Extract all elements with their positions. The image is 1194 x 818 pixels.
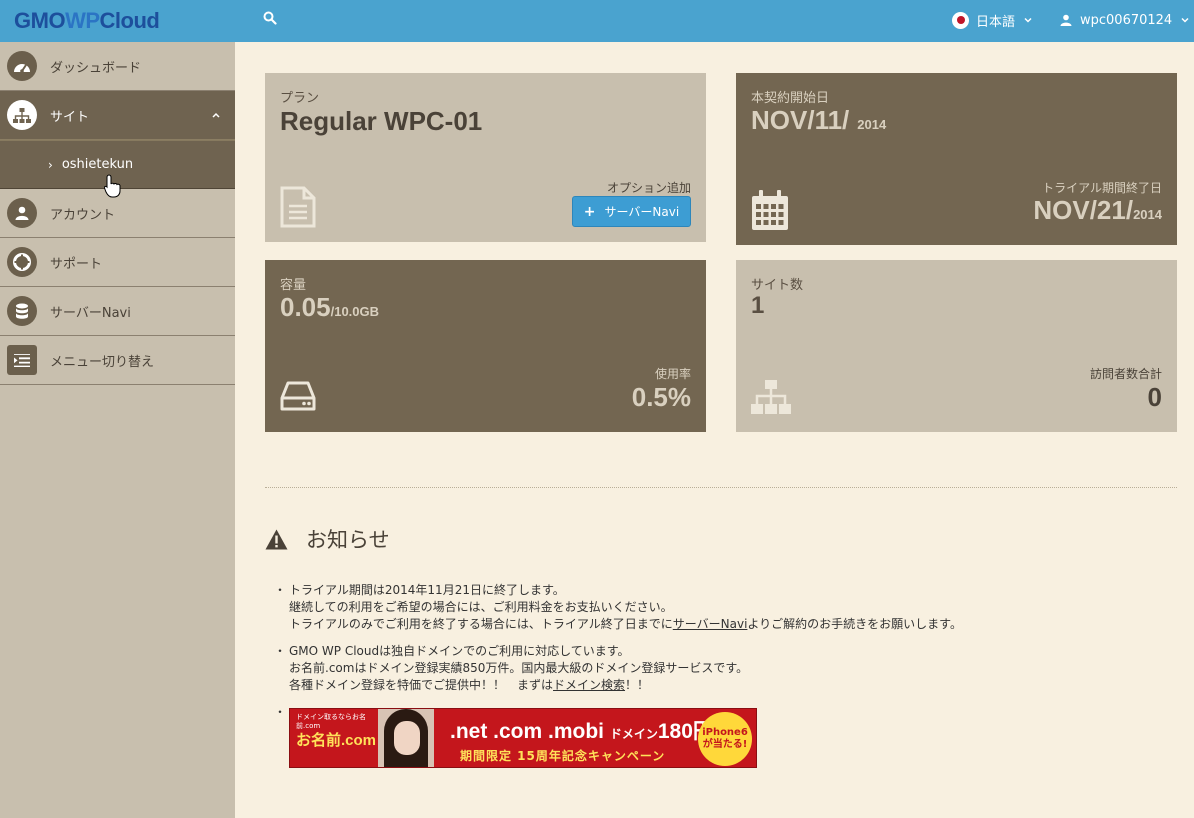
contract-card: 本契約開始日 NOV/11/2014 トライアル期間終了日 NOV/21/201… bbox=[736, 73, 1177, 245]
search-icon[interactable] bbox=[263, 11, 277, 25]
language-selector[interactable]: 日本語 bbox=[952, 10, 1033, 30]
sidebar-item-site[interactable]: サイト bbox=[0, 91, 235, 140]
notice-title: お知らせ bbox=[306, 528, 390, 552]
contract-start-date: NOV/11/2014 bbox=[751, 105, 887, 135]
sitemap-icon bbox=[751, 380, 791, 414]
sidebar-item-dashboard[interactable]: ダッシュボード bbox=[0, 42, 235, 91]
sidebar: ダッシュボード サイト › oshietekun アカウント サポート サーバー… bbox=[0, 42, 235, 818]
server-navi-link[interactable]: サーバーNavi bbox=[673, 617, 748, 631]
notice-item-domain: GMO WP Cloudは独自ドメインでのご利用に対応しています。 お名前.co… bbox=[274, 643, 1158, 694]
banner-headline: .net .com .mobi ドメイン180円 bbox=[450, 720, 714, 743]
lifebuoy-icon bbox=[7, 247, 37, 277]
chevron-up-icon bbox=[212, 112, 220, 118]
top-bar: GMOWPCloud 日本語 wpc00670124 bbox=[0, 0, 1194, 42]
logo[interactable]: GMOWPCloud bbox=[14, 8, 160, 34]
plan-value: Regular WPC-01 bbox=[280, 106, 483, 136]
usage-rate-label: 使用率 bbox=[654, 367, 691, 381]
banner-brand: お名前.com bbox=[296, 732, 377, 749]
chevron-down-icon bbox=[1024, 17, 1032, 23]
banner-subtext: 期間限定 15周年記念キャンペーン bbox=[460, 749, 666, 763]
language-label: 日本語 bbox=[976, 14, 1016, 30]
plus-icon: + bbox=[583, 203, 596, 220]
divider bbox=[265, 487, 1177, 488]
capacity-label: 容量 bbox=[280, 278, 307, 293]
user-menu[interactable]: wpc00670124 bbox=[1060, 10, 1190, 30]
capacity-card: 容量 0.05/10.0GB 使用率 0.5% bbox=[265, 260, 706, 432]
dashboard-icon bbox=[7, 51, 37, 81]
option-add-label: オプション追加 bbox=[606, 181, 691, 195]
chevron-down-icon bbox=[1181, 17, 1189, 23]
trial-end-date: NOV/21/2014 bbox=[1033, 195, 1162, 225]
username: wpc00670124 bbox=[1080, 12, 1173, 28]
menu-toggle-icon bbox=[7, 345, 37, 375]
sidebar-item-server-navi[interactable]: サーバーNavi bbox=[0, 287, 235, 336]
sidebar-item-support[interactable]: サポート bbox=[0, 238, 235, 287]
onamae-banner-ad[interactable]: ドメイン取るならお名前.com お名前.com .net .com .mobi … bbox=[289, 708, 757, 768]
banner-badge: iPhone6 が当たる! bbox=[698, 712, 752, 766]
mouse-cursor-icon bbox=[104, 174, 121, 198]
visitors-total-label: 訪問者数合計 bbox=[1089, 367, 1162, 381]
sites-card: サイト数 1 訪問者数合計 0 bbox=[736, 260, 1177, 432]
notice-header: お知らせ bbox=[265, 524, 390, 554]
site-count-label: サイト数 bbox=[751, 278, 804, 293]
warning-icon bbox=[265, 529, 288, 549]
capacity-value: 0.05/10.0GB bbox=[280, 292, 380, 322]
contract-start-label: 本契約開始日 bbox=[751, 91, 830, 106]
notice-item-trial: トライアル期間は2014年11月21日に終了します。 継続しての利用をご希望の場… bbox=[274, 582, 1158, 633]
plan-card: プラン Regular WPC-01 オプション追加 + サーバーNavi bbox=[265, 73, 706, 242]
plan-label: プラン bbox=[280, 91, 320, 106]
sitemap-icon bbox=[7, 100, 37, 130]
banner-person-image bbox=[378, 709, 434, 767]
visitors-total-value: 0 bbox=[1147, 382, 1162, 412]
japan-flag-icon bbox=[952, 11, 969, 29]
sidebar-item-menu-toggle[interactable]: メニュー切り替え bbox=[0, 336, 235, 385]
server-navi-button[interactable]: + サーバーNavi bbox=[572, 196, 691, 227]
usage-rate-value: 0.5% bbox=[631, 382, 691, 412]
hard-drive-icon bbox=[280, 381, 316, 411]
document-icon bbox=[280, 186, 316, 228]
calendar-icon bbox=[752, 190, 788, 230]
domain-search-link[interactable]: ドメイン検索 bbox=[553, 678, 625, 692]
user-icon bbox=[7, 198, 37, 228]
trial-end-label: トライアル期間終了日 bbox=[1042, 181, 1162, 195]
database-icon bbox=[7, 296, 37, 326]
chevron-right-icon: › bbox=[48, 157, 53, 172]
user-icon bbox=[1060, 14, 1072, 26]
site-count-value: 1 bbox=[751, 292, 765, 319]
